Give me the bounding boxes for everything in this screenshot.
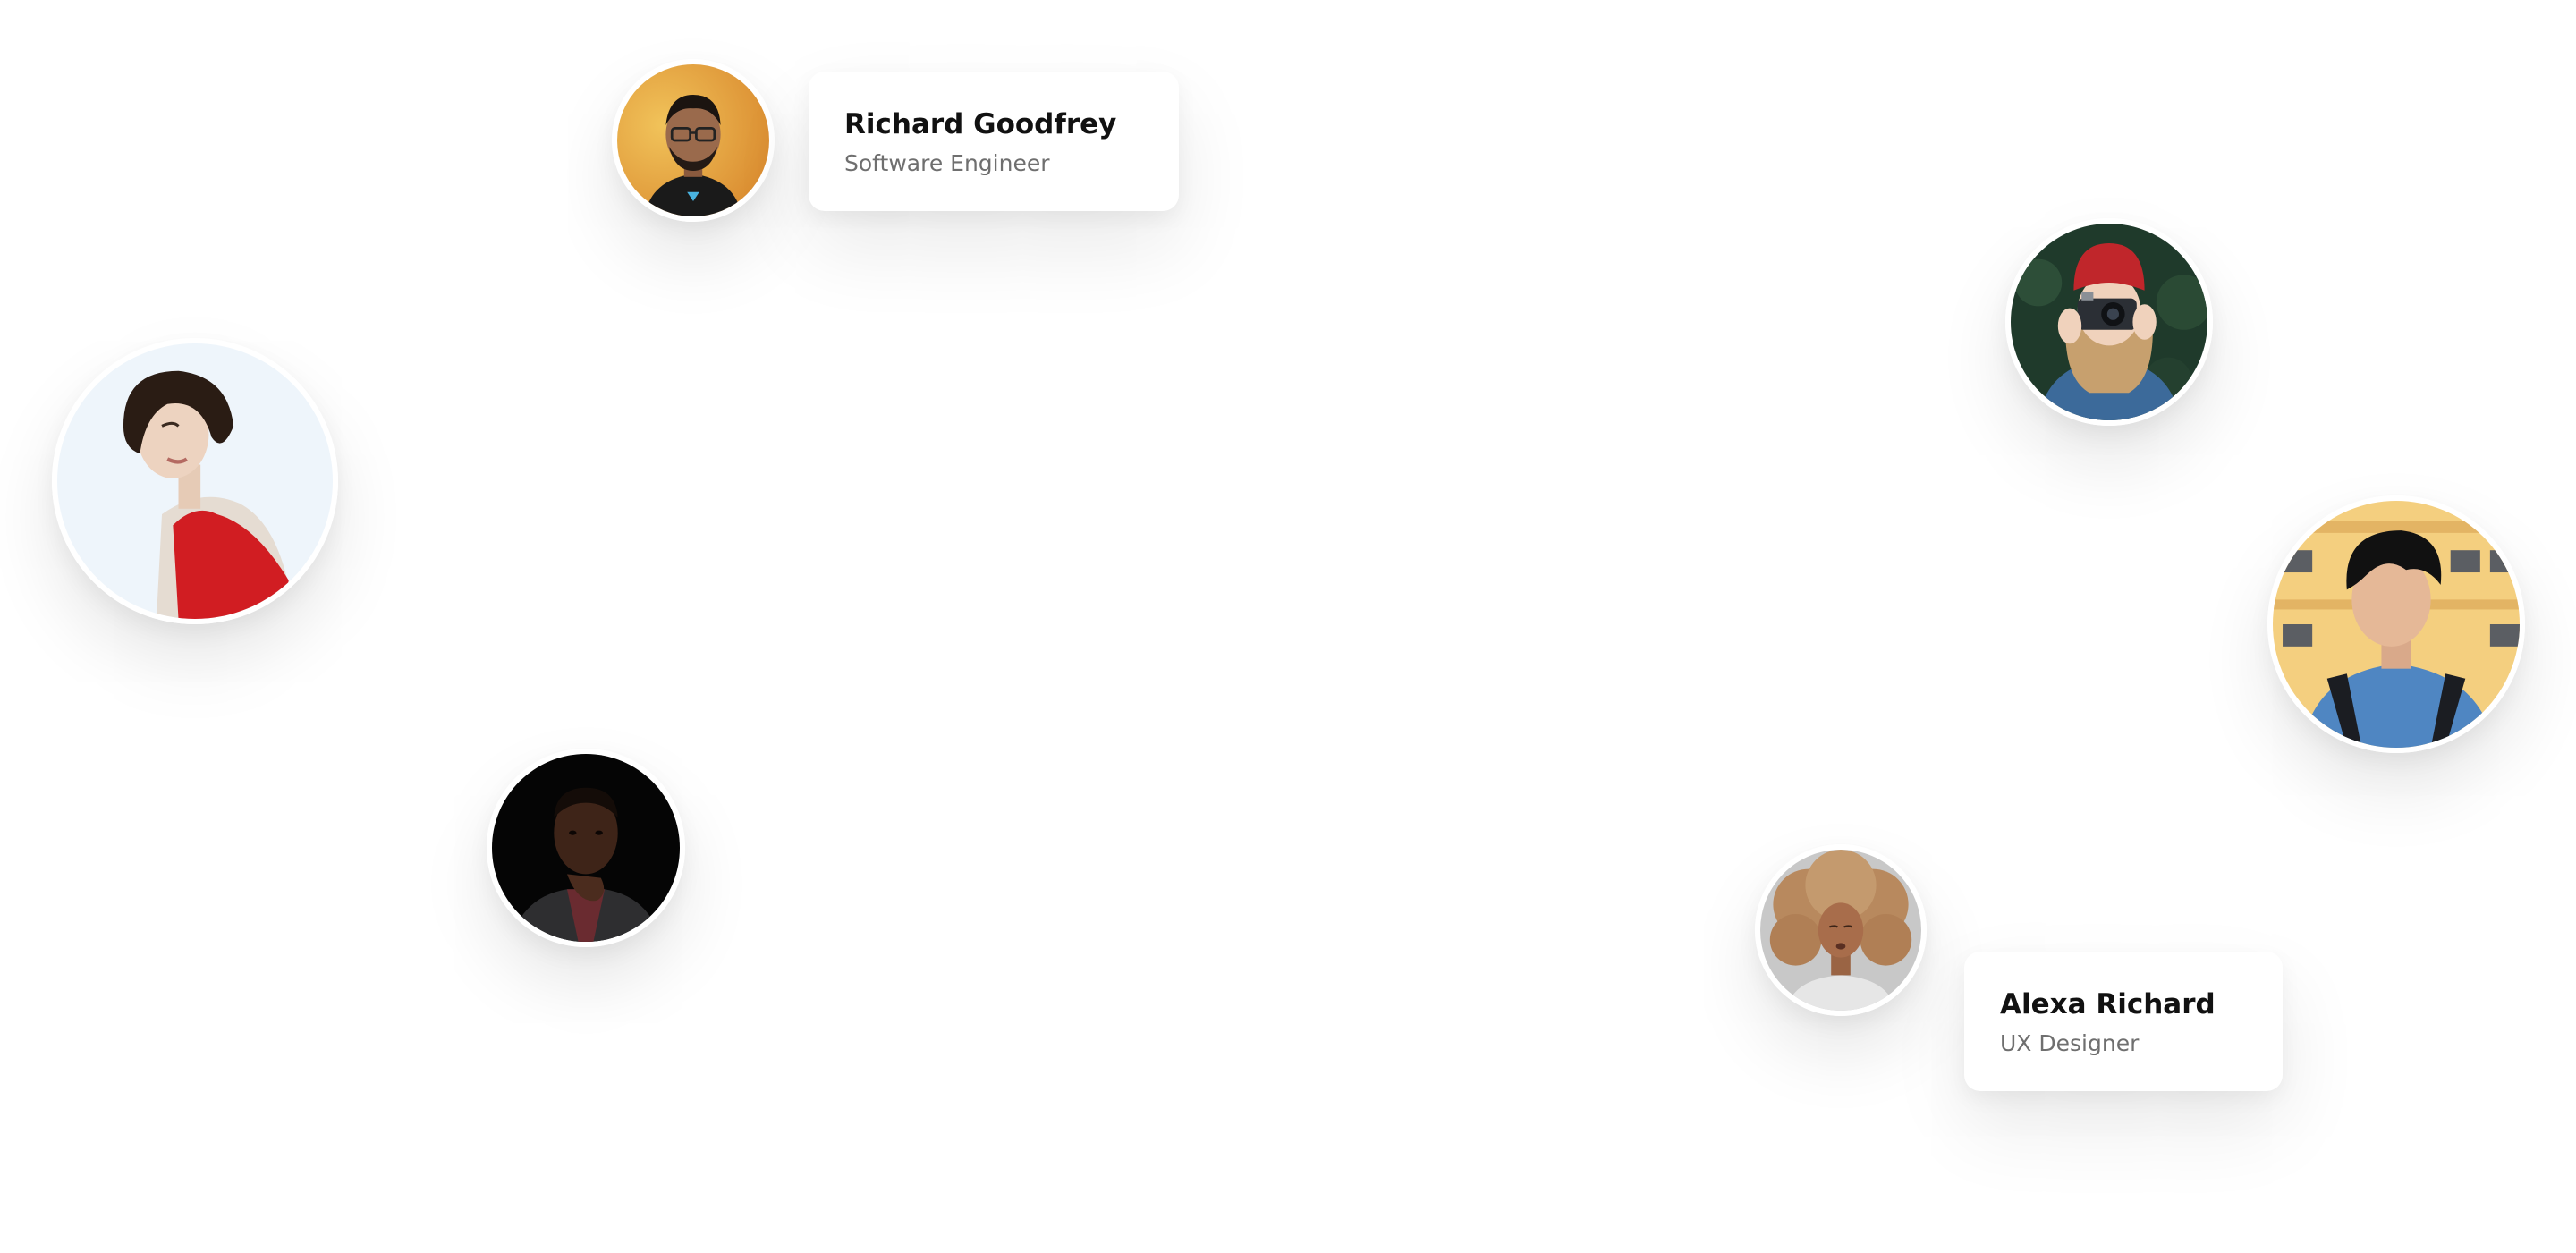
- avatar-man-dark-background: [487, 749, 685, 947]
- profile-role: UX Designer: [2000, 1030, 2140, 1056]
- avatar-man-blue-shirt: [2267, 495, 2525, 753]
- team-showcase: Richard Goodfrey Software Engineer Alexa…: [0, 0, 2576, 1253]
- avatar-woman-red-top: [52, 338, 338, 624]
- profile-card-alexa: Alexa Richard UX Designer: [1964, 952, 2283, 1091]
- profile-card-richard: Richard Goodfrey Software Engineer: [809, 72, 1179, 211]
- profile-name: Alexa Richard: [2000, 988, 2216, 1020]
- profile-role: Software Engineer: [844, 150, 1050, 176]
- avatar-alexa-richard: [1755, 844, 1927, 1016]
- profile-name: Richard Goodfrey: [844, 108, 1117, 140]
- avatar-woman-with-camera: [2005, 218, 2213, 426]
- avatar-richard-goodfrey: [612, 59, 775, 222]
